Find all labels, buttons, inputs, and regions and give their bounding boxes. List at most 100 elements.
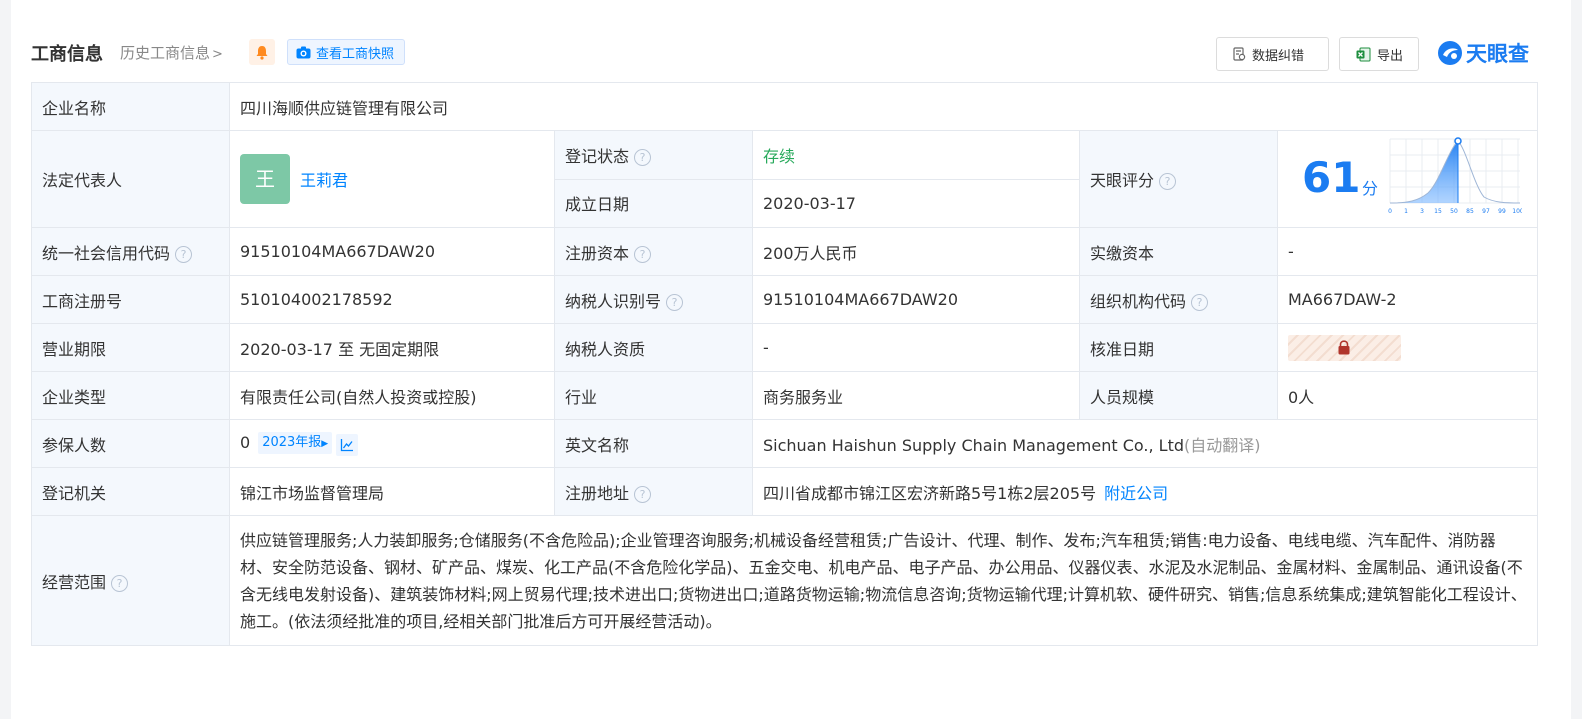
score-axis-tick: 97 — [1482, 208, 1490, 215]
chevron-right-icon: > — [212, 47, 223, 62]
credit-code: 91510104MA667DAW20 — [229, 227, 555, 276]
legal-rep-label: 法定代表人 — [31, 130, 230, 228]
history-info-link[interactable]: 历史工商信息 > — [120, 42, 223, 63]
data-fix-button[interactable]: 数据纠错 — [1216, 37, 1329, 71]
trend-chart-icon — [341, 438, 354, 451]
scope-label-cell: 经营范围? — [31, 515, 230, 646]
score-label: 天眼评分 — [1090, 171, 1155, 190]
industry-label: 行业 — [554, 371, 753, 420]
data-fix-label: 数据纠错 — [1252, 48, 1305, 64]
biz-term-label: 营业期限 — [31, 323, 230, 372]
score-cell[interactable]: 61 分 0 1 3 15 50 85 97 99 10 — [1276, 130, 1539, 228]
history-link-label: 历史工商信息 — [120, 44, 211, 62]
caret-right-icon: ▶ — [321, 438, 329, 449]
reg-authority-label: 登记机关 — [31, 467, 230, 516]
annual-report-badge[interactable]: 2023年报▶ — [258, 431, 333, 454]
score-axis-tick: 3 — [1420, 208, 1424, 215]
avatar[interactable]: 王 — [240, 154, 290, 204]
taxpayer-id: 91510104MA667DAW20 — [752, 275, 1080, 324]
reg-capital: 200万人民币 — [752, 227, 1080, 276]
score-axis-tick: 0 — [1388, 208, 1392, 215]
reg-address-cell: 四川省成都市锦江区宏济新路5号1栋2层205号 附近公司 — [751, 467, 1539, 516]
reg-no-label: 工商注册号 — [31, 275, 230, 324]
reg-address-label-cell: 注册地址? — [554, 467, 753, 516]
score-label-cell: 天眼评分? — [1079, 130, 1278, 228]
table-row: 经营范围? 供应链管理服务;人力装卸服务;仓储服务(不含危险品);企业管理咨询服… — [31, 515, 1539, 646]
logo-mark-icon — [1438, 41, 1462, 65]
reg-capital-label-cell: 注册资本? — [554, 227, 753, 276]
status-badge: 存续 — [763, 146, 796, 166]
tianyancha-logo: 天眼查 — [1437, 39, 1529, 67]
help-icon[interactable]: ? — [634, 485, 652, 503]
help-icon[interactable]: ? — [175, 245, 193, 263]
score-unit: 分 — [1362, 179, 1379, 198]
insured-cell: 0 2023年报▶ — [229, 419, 555, 468]
business-scope: 供应链管理服务;人力装卸服务;仓储服务(不含危险品);企业管理咨询服务;机械设备… — [228, 515, 1539, 646]
help-icon[interactable]: ? — [666, 293, 684, 311]
insured-label: 参保人数 — [31, 419, 230, 468]
reg-address: 四川省成都市锦江区宏济新路5号1栋2层205号 — [763, 483, 1097, 503]
lock-icon — [1338, 339, 1350, 354]
business-info-table: 企业名称 四川海顺供应链管理有限公司 法定代表人 王王莉君 登记状态? 存续 天… — [31, 82, 1539, 646]
table-row: 统一社会信用代码? 91510104MA667DAW20 注册资本? 200万人… — [31, 227, 1539, 276]
score-axis-tick: 85 — [1466, 208, 1474, 215]
table-row: 营业期限 2020-03-17 至 无固定期限 纳税人资质 - 核准日期 — [31, 323, 1539, 372]
company-name: 四川海顺供应链管理有限公司 — [228, 82, 1539, 131]
notify-button[interactable] — [249, 39, 275, 65]
bell-icon — [256, 45, 268, 60]
biz-term: 2020-03-17 至 无固定期限 — [229, 323, 555, 372]
camera-icon — [296, 46, 311, 58]
nearby-companies-link[interactable]: 附近公司 — [1104, 484, 1168, 503]
export-button[interactable]: 导出 — [1339, 37, 1419, 71]
reg-status-label: 登记状态 — [565, 146, 630, 166]
help-icon[interactable]: ? — [111, 574, 129, 592]
legal-rep-name[interactable]: 王莉君 — [300, 171, 348, 190]
org-code-label: 组织机构代码 — [1090, 291, 1187, 311]
reg-status-cell: 存续 — [752, 130, 1080, 180]
staff-size: 0人 — [1276, 371, 1539, 420]
help-icon[interactable]: ? — [1159, 173, 1177, 190]
reg-address-label: 注册地址 — [565, 483, 630, 503]
business-info-card: 工商信息 历史工商信息 > 查看工商快照 数据纠错 导出 天眼查 企业名称 四川海… — [11, 0, 1571, 719]
reg-capital-label: 注册资本 — [565, 243, 630, 263]
help-icon[interactable]: ? — [1191, 293, 1209, 311]
score-axis-tick: 100 — [1512, 208, 1522, 215]
section-title: 工商信息 — [31, 44, 103, 65]
reg-authority: 锦江市场监督管理局 — [229, 467, 555, 516]
taxpayer-qual-label: 纳税人资质 — [554, 323, 753, 372]
locked-content[interactable] — [1288, 334, 1401, 361]
credit-code-label: 统一社会信用代码 — [42, 243, 171, 263]
legal-rep-cell: 王王莉君 — [229, 130, 555, 228]
score-axis-tick: 99 — [1498, 208, 1506, 215]
score-widget[interactable]: 61 分 0 1 3 15 50 85 97 99 10 — [1288, 132, 1527, 227]
reg-no: 510104002178592 — [229, 275, 555, 324]
table-row: 工商注册号 510104002178592 纳税人识别号? 91510104MA… — [31, 275, 1539, 324]
trend-chart-button[interactable] — [336, 433, 359, 456]
approve-date-label: 核准日期 — [1079, 323, 1278, 372]
found-date: 2020-03-17 — [752, 178, 1080, 228]
score-value: 61 — [1302, 153, 1361, 202]
annual-report-label: 2023年报 — [262, 434, 322, 450]
company-type-label: 企业类型 — [31, 371, 230, 420]
taxpayer-id-label-cell: 纳税人识别号? — [554, 275, 753, 324]
table-row: 企业类型 有限责任公司(自然人投资或控股) 行业 商务服务业 人员规模 0人 — [31, 371, 1539, 420]
org-code: MA667DAW-2 — [1276, 275, 1539, 324]
section-header: 工商信息 历史工商信息 > 查看工商快照 数据纠错 导出 天眼查 — [31, 36, 1537, 71]
industry: 商务服务业 — [752, 371, 1080, 420]
help-icon[interactable]: ? — [634, 148, 652, 166]
score-axis-tick: 15 — [1434, 208, 1442, 215]
taxpayer-id-label: 纳税人识别号 — [565, 291, 662, 311]
table-row: 企业名称 四川海顺供应链管理有限公司 — [31, 82, 1539, 131]
paid-capital: - — [1276, 227, 1539, 276]
company-type: 有限责任公司(自然人投资或控股) — [229, 371, 555, 420]
excel-icon — [1356, 47, 1371, 61]
en-name: Sichuan Haishun Supply Chain Management … — [763, 435, 1184, 455]
approve-date-cell — [1276, 323, 1539, 372]
scope-label: 经营范围 — [42, 572, 107, 592]
help-icon[interactable]: ? — [634, 245, 652, 263]
reg-status-label-cell: 登记状态? — [554, 130, 753, 180]
snapshot-button[interactable]: 查看工商快照 — [287, 39, 406, 65]
snapshot-label: 查看工商快照 — [316, 46, 395, 62]
insured-count: 0 — [240, 432, 251, 452]
table-row: 参保人数 0 2023年报▶ 英文名称 Sichuan Haishun Suppl… — [31, 419, 1539, 468]
